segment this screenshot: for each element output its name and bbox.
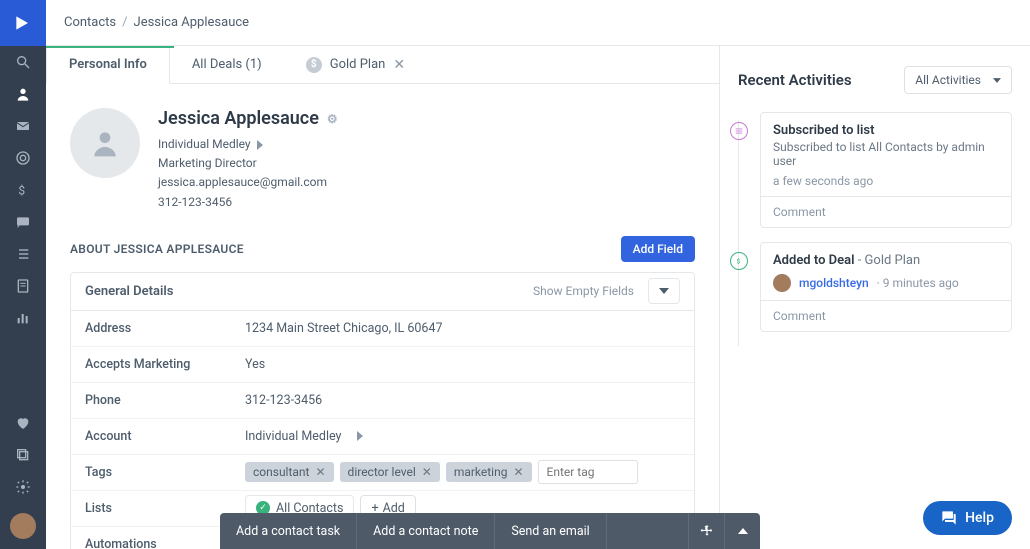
nav-contacts-icon[interactable] [0, 78, 46, 110]
nav-target-icon[interactable] [0, 142, 46, 174]
tab-all-deals[interactable]: All Deals (1) [170, 46, 284, 83]
contact-email: jessica.applesauce@gmail.com [158, 173, 327, 192]
app-logo[interactable] [0, 0, 46, 46]
tab-label: Gold Plan [330, 57, 386, 72]
tab-label: All Deals (1) [192, 57, 262, 72]
progress-indicator [46, 46, 174, 48]
add-note-button[interactable]: Add a contact note [357, 513, 495, 549]
contact-name: Jessica Applesauce ⚙ [158, 108, 338, 129]
timeline-line [738, 120, 739, 346]
nav-search-icon[interactable] [0, 46, 46, 78]
activity-description: Subscribed to list All Contacts by admin… [773, 140, 999, 168]
comment-link[interactable]: Comment [761, 300, 1011, 331]
collapse-icon[interactable] [724, 513, 760, 549]
general-details-panel: General Details Show Empty Fields Addres… [70, 272, 695, 549]
nav-copy-icon[interactable] [0, 439, 46, 471]
activity-item: $ Added to Deal - Gold Plan mgoldshteyn … [760, 242, 1012, 332]
chevron-right-icon [357, 431, 363, 441]
nav-reports-icon[interactable] [0, 302, 46, 334]
user-avatar[interactable] [10, 513, 36, 539]
sidebar: $ [0, 46, 46, 549]
remove-tag-icon[interactable]: ✕ [513, 465, 523, 479]
gear-icon[interactable]: ⚙ [327, 112, 338, 126]
activity-title: Subscribed to list [773, 123, 999, 138]
nav-chat-icon[interactable] [0, 206, 46, 238]
nav-doc-icon[interactable] [0, 270, 46, 302]
row-address: Address 1234 Main Street Chicago, IL 606… [71, 311, 694, 347]
show-empty-fields-link[interactable]: Show Empty Fields [533, 284, 634, 298]
breadcrumb: Contacts / Jessica Applesauce [46, 0, 1030, 46]
about-heading: ABOUT JESSICA APPLESAUCE [70, 242, 244, 256]
activities-filter-dropdown[interactable]: All Activities [904, 66, 1012, 94]
contact-avatar [70, 108, 140, 178]
tag-chip: marketing✕ [446, 462, 532, 482]
svg-text:$: $ [737, 258, 741, 266]
breadcrumb-root[interactable]: Contacts [64, 15, 116, 30]
chevron-right-icon [257, 140, 263, 150]
activity-user[interactable]: mgoldshteyn [799, 276, 869, 290]
nav-settings-icon[interactable] [0, 471, 46, 503]
tab-label: Personal Info [69, 57, 147, 72]
nav-mail-icon[interactable] [0, 110, 46, 142]
activities-heading: Recent Activities [738, 71, 852, 89]
add-field-button[interactable]: Add Field [621, 236, 695, 262]
breadcrumb-separator: / [122, 15, 127, 30]
caret-down-icon [993, 78, 1001, 83]
contact-company[interactable]: Individual Medley [158, 135, 251, 154]
tag-chip: consultant✕ [245, 462, 334, 482]
tab-gold-plan[interactable]: $ Gold Plan ✕ [284, 46, 427, 83]
add-task-button[interactable]: Add a contact task [220, 513, 357, 549]
tag-input[interactable] [538, 460, 638, 484]
dollar-icon: $ [306, 57, 322, 73]
row-tags: Tags consultant✕ director level✕ marketi… [71, 455, 694, 491]
contact-title: Marketing Director [158, 154, 257, 173]
action-bar: Add a contact task Add a contact note Se… [220, 513, 760, 549]
remove-tag-icon[interactable]: ✕ [315, 465, 325, 479]
activity-item: Subscribed to list Subscribed to list Al… [760, 112, 1012, 228]
comment-link[interactable]: Comment [761, 196, 1011, 227]
profile-header: Jessica Applesauce ⚙ Individual Medley M… [70, 108, 695, 212]
dollar-icon: $ [730, 252, 748, 270]
svg-text:$: $ [18, 184, 25, 198]
collapse-toggle[interactable] [648, 278, 680, 304]
nav-list-icon[interactable] [0, 238, 46, 270]
nav-deals-icon[interactable]: $ [0, 174, 46, 206]
help-button[interactable]: Help [923, 501, 1012, 535]
panel-title: General Details [85, 284, 533, 299]
user-avatar-icon [773, 274, 791, 292]
remove-tag-icon[interactable]: ✕ [422, 465, 432, 479]
list-icon [730, 122, 748, 140]
activity-time: a few seconds ago [773, 174, 999, 188]
contact-phone: 312-123-3456 [158, 193, 232, 212]
close-icon[interactable]: ✕ [393, 57, 405, 73]
activity-title: Added to Deal - Gold Plan [773, 253, 999, 268]
nav-favorite-icon[interactable] [0, 407, 46, 439]
move-icon[interactable] [688, 513, 724, 549]
tab-personal-info[interactable]: Personal Info [46, 46, 170, 84]
row-accepts-marketing: Accepts Marketing Yes [71, 347, 694, 383]
row-account: Account Individual Medley [71, 419, 694, 455]
send-email-button[interactable]: Send an email [495, 513, 606, 549]
row-phone: Phone 312-123-3456 [71, 383, 694, 419]
tab-bar: Personal Info All Deals (1) $ Gold Plan … [46, 46, 719, 84]
breadcrumb-current: Jessica Applesauce [134, 15, 250, 30]
tag-chip: director level✕ [340, 462, 440, 482]
